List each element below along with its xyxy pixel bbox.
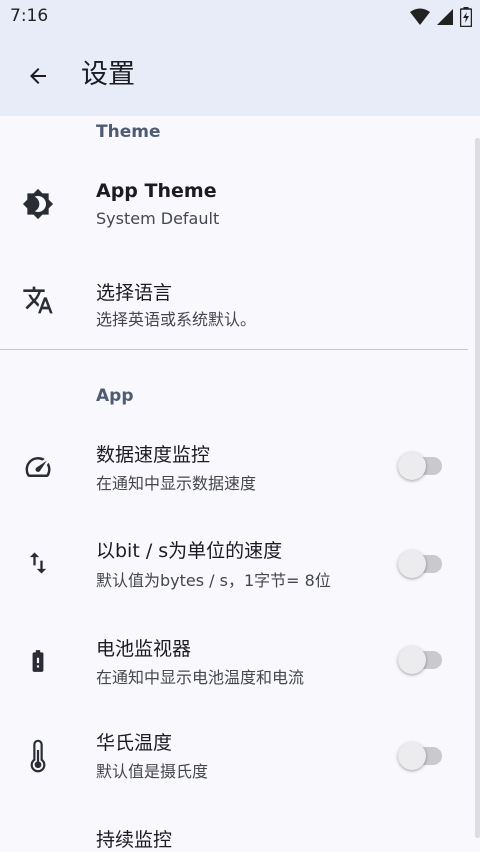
thermometer-icon (18, 736, 58, 776)
scrollbar[interactable] (475, 138, 480, 838)
setting-title: 电池监视器 (96, 638, 192, 660)
status-icons (410, 7, 472, 27)
setting-language[interactable] (0, 256, 475, 344)
arrow-back-icon (30, 68, 46, 84)
status-bar: 7:16 (0, 0, 480, 34)
back-button[interactable] (18, 56, 58, 96)
setting-subtitle: 在通知中显示数据速度 (96, 474, 257, 493)
switch-thumb (398, 452, 426, 480)
settings-list[interactable]: Theme App Theme System Default 选择语言 选择英语… (0, 116, 480, 852)
switch-thumb (398, 742, 426, 770)
setting-continuous-monitoring[interactable]: 持续监控 (0, 810, 475, 852)
section-header-theme: Theme (96, 122, 161, 142)
page-title: 设置 (81, 59, 135, 90)
setting-subtitle: 默认值为bytes / s，1字节= 8位 (96, 571, 331, 590)
fahrenheit-switch[interactable] (398, 742, 444, 770)
brightness-icon (18, 184, 58, 224)
setting-data-speed[interactable]: 数据速度监控 在通知中显示数据速度 (0, 422, 475, 512)
setting-language-subtitle: 选择英语或系统默认。 (96, 310, 257, 329)
bits-speed-switch[interactable] (398, 550, 444, 578)
setting-language-title: 选择语言 (96, 282, 173, 304)
setting-title: App Theme (96, 180, 217, 202)
status-time: 7:16 (10, 6, 49, 26)
battery-alert-icon (18, 641, 58, 681)
setting-app-theme[interactable]: App Theme System Default (0, 162, 475, 250)
speedometer-icon (18, 447, 58, 487)
setting-title: 持续监控 (96, 829, 173, 851)
setting-title: 数据速度监控 (96, 444, 211, 466)
data-speed-switch[interactable] (398, 452, 444, 480)
section-header-app: App (96, 386, 134, 406)
wifi-icon (410, 8, 430, 25)
battery-icon (460, 7, 472, 27)
setting-subtitle: 在通知中显示电池温度和电流 (96, 668, 305, 687)
battery-monitor-switch[interactable] (398, 646, 444, 674)
setting-fahrenheit[interactable]: 华氏温度 默认值是摄氏度 (0, 712, 475, 802)
signal-icon (437, 9, 453, 25)
setting-subtitle: System Default (96, 209, 220, 228)
setting-subtitle: 默认值是摄氏度 (96, 762, 209, 781)
swap-vert-icon (18, 543, 58, 583)
setting-title: 华氏温度 (96, 732, 173, 754)
switch-thumb (398, 646, 426, 674)
setting-bits-speed[interactable]: 以bit / s为单位的速度 默认值为bytes / s，1字节= 8位 (0, 520, 475, 610)
translate-icon (18, 280, 58, 320)
app-bar: 设置 (0, 34, 480, 116)
setting-title: 以bit / s为单位的速度 (96, 540, 283, 562)
switch-thumb (398, 550, 426, 578)
section-divider (0, 349, 468, 350)
setting-battery-monitor[interactable]: 电池监视器 在通知中显示电池温度和电流 (0, 616, 475, 706)
